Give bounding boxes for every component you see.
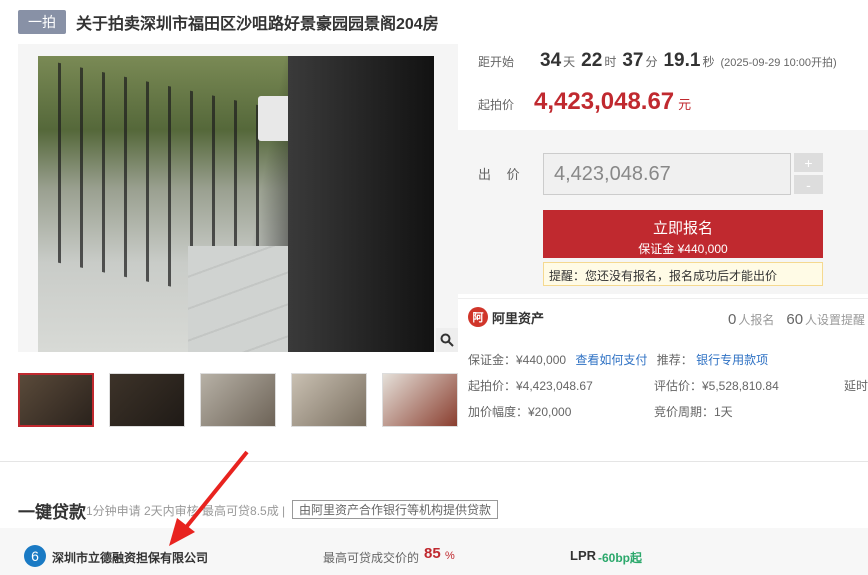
loan-provider-tag: 由阿里资产合作银行等机构提供贷款 — [292, 500, 499, 519]
lpr-label: LPR — [570, 548, 596, 563]
bid-amount-input[interactable] — [543, 153, 791, 195]
ali-logo-icon: 阿 — [468, 307, 488, 327]
start-price-row: 起拍价 4,423,048.67 元 — [478, 88, 691, 116]
deposit-line: 保证金 ¥440,000 — [638, 242, 728, 256]
hours-value: 22 — [581, 50, 603, 71]
deposit-row: 保证金：¥440,000 查看如何支付 推荐： 银行专用款项 — [468, 351, 768, 368]
start-price-label: 起拍价 — [478, 98, 515, 112]
thumbnail-4[interactable] — [291, 373, 367, 427]
reminder-count: 60 — [786, 311, 804, 328]
auction-stats: 0 人报名 60 人设置提醒 — [728, 311, 868, 328]
countdown-label: 距开始 — [478, 55, 515, 69]
reminder-count-label: 人设置提醒 — [805, 313, 866, 327]
appraisal-price: 评估价：¥5,528,810.84 — [654, 379, 779, 393]
loan-ratio-unit: % — [445, 550, 455, 562]
section-divider — [0, 461, 868, 462]
how-to-pay-link[interactable]: 查看如何支付 — [575, 353, 647, 367]
thumbnail-3[interactable] — [200, 373, 276, 427]
bid-box: 出 价 + - 立即报名 保证金 ¥440,000 提醒：您还没有报名，报名成功… — [458, 130, 868, 294]
hours-unit: 时 — [604, 55, 617, 69]
seconds-value: 19.1 — [663, 50, 701, 71]
lpr-value: -60bp起 — [598, 551, 643, 565]
decrease-bid-button[interactable]: - — [794, 175, 823, 194]
minutes-value: 37 — [622, 50, 644, 71]
zoom-button[interactable] — [436, 328, 458, 352]
auction-round-tag: 一拍 — [18, 10, 66, 34]
loan-ratio-value: 85 — [424, 545, 441, 562]
delay-label: 延时 — [844, 379, 868, 393]
signup-count-label: 人报名 — [738, 313, 775, 327]
increase-bid-button[interactable]: + — [794, 153, 823, 172]
seconds-unit: 秒 — [702, 55, 715, 69]
thumbnail-2[interactable] — [109, 373, 185, 427]
start-price-detail: 起拍价：¥4,423,048.67 — [468, 379, 593, 393]
loan-title: 一键贷款 — [18, 503, 86, 522]
start-time-note: (2025-09-29 10:00开拍) — [720, 57, 837, 69]
increment-detail: 加价幅度：¥20,000 — [468, 405, 572, 419]
days-value: 34 — [540, 50, 562, 71]
bid-label: 出 价 — [478, 167, 526, 182]
cycle-detail: 竞价周期：1天 — [654, 405, 733, 419]
auction-info: 阿 阿里资产 0 人报名 60 人设置提醒 保证金：¥440,000 查看如何支… — [458, 298, 868, 428]
platform-name: 阿里资产 — [492, 310, 545, 326]
lender-name[interactable]: 深圳市立德融资担保有限公司 — [52, 549, 208, 566]
recommend-label: 推荐： — [656, 353, 693, 367]
thumbnail-5[interactable] — [382, 373, 458, 427]
page-title: 关于拍卖深圳市福田区沙咀路好景豪园园景阁204房 — [76, 16, 439, 33]
platform-logo[interactable]: 阿 阿里资产 — [468, 307, 544, 327]
countdown: 距开始 34 天 22 时 37 分 19.1 秒 (2025-09-29 10… — [478, 50, 837, 72]
thumbnail-strip — [18, 373, 458, 427]
deposit-text: 保证金：¥440,000 — [468, 353, 567, 367]
signup-button[interactable]: 立即报名 保证金 ¥440,000 — [543, 210, 823, 258]
start-price-unit: 元 — [678, 97, 692, 112]
loan-ratio-label: 最高可贷成交价的 — [323, 551, 420, 565]
signup-button-label: 立即报名 — [652, 220, 713, 237]
magnifier-icon — [440, 333, 454, 347]
signup-count: 0 — [728, 311, 737, 328]
thumbnail-1[interactable] — [18, 373, 94, 427]
red-arrow-annotation — [169, 450, 249, 546]
title-row: 一拍 关于拍卖深圳市福田区沙咀路好景豪园园景阁204房 — [18, 10, 439, 34]
bank-loan-link[interactable]: 银行专用款项 — [696, 353, 768, 367]
days-unit: 天 — [563, 55, 576, 69]
lender-logo-icon: 6 — [24, 545, 46, 567]
property-photo — [38, 56, 434, 352]
door — [288, 56, 434, 352]
signup-hint: 提醒：您还没有报名，报名成功后才能出价 — [543, 262, 823, 286]
main-photo[interactable] — [18, 44, 458, 352]
minutes-unit: 分 — [645, 55, 658, 69]
start-price-value: 4,423,048.67 — [534, 88, 675, 115]
